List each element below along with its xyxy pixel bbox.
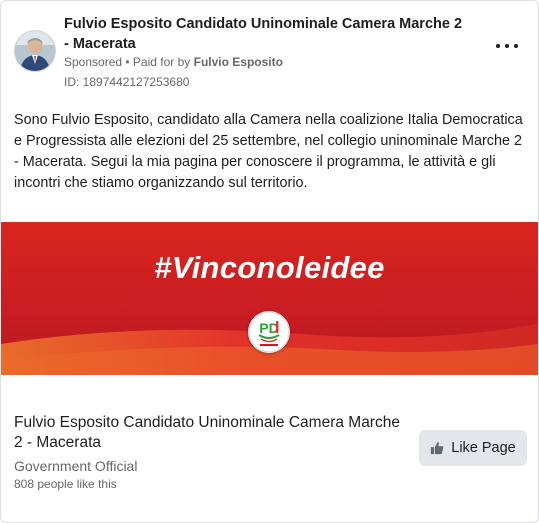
thumbs-up-icon (431, 442, 444, 455)
pd-logo-text: PD (259, 320, 278, 336)
sponsored-label: Sponsored (64, 55, 123, 69)
ad-banner-image[interactable]: #Vinconoleidee PD (1, 222, 538, 375)
paid-for-name: Fulvio Esposito (193, 55, 283, 69)
footer-page-title[interactable]: Fulvio Esposito Candidato Uninominale Ca… (14, 413, 409, 453)
page-like-count: 808 people like this (14, 477, 117, 491)
ad-footer: Fulvio Esposito Candidato Uninominale Ca… (1, 381, 538, 522)
page-category: Government Official (14, 458, 138, 474)
ad-card: Fulvio Esposito Candidato Uninominale Ca… (0, 0, 539, 523)
more-options-button[interactable] (496, 39, 518, 53)
page-name-link[interactable]: Fulvio Esposito Candidato Uninominale Ca… (64, 14, 464, 54)
like-page-label: Like Page (451, 440, 516, 456)
separator-dot: • (122, 55, 133, 69)
paid-for-prefix: Paid for by (132, 55, 194, 69)
more-options-icon (496, 44, 500, 48)
more-options-icon-dot (514, 44, 518, 48)
pd-logo-icon: PD (248, 311, 290, 353)
pd-logo: PD (248, 311, 290, 353)
sponsor-line: Sponsored • Paid for by Fulvio Esposito (64, 54, 283, 70)
ad-body-text: Sono Fulvio Esposito, candidato alla Cam… (14, 112, 523, 191)
more-options-icon-dot (505, 44, 509, 48)
banner-hashtag: #Vinconoleidee (154, 250, 385, 285)
ad-id: ID: 1897442127253680 (64, 75, 190, 89)
ad-header: Fulvio Esposito Candidato Uninominale Ca… (1, 1, 538, 101)
like-page-button[interactable]: Like Page (419, 430, 527, 466)
avatar-photo (15, 31, 55, 71)
avatar[interactable] (14, 30, 56, 72)
